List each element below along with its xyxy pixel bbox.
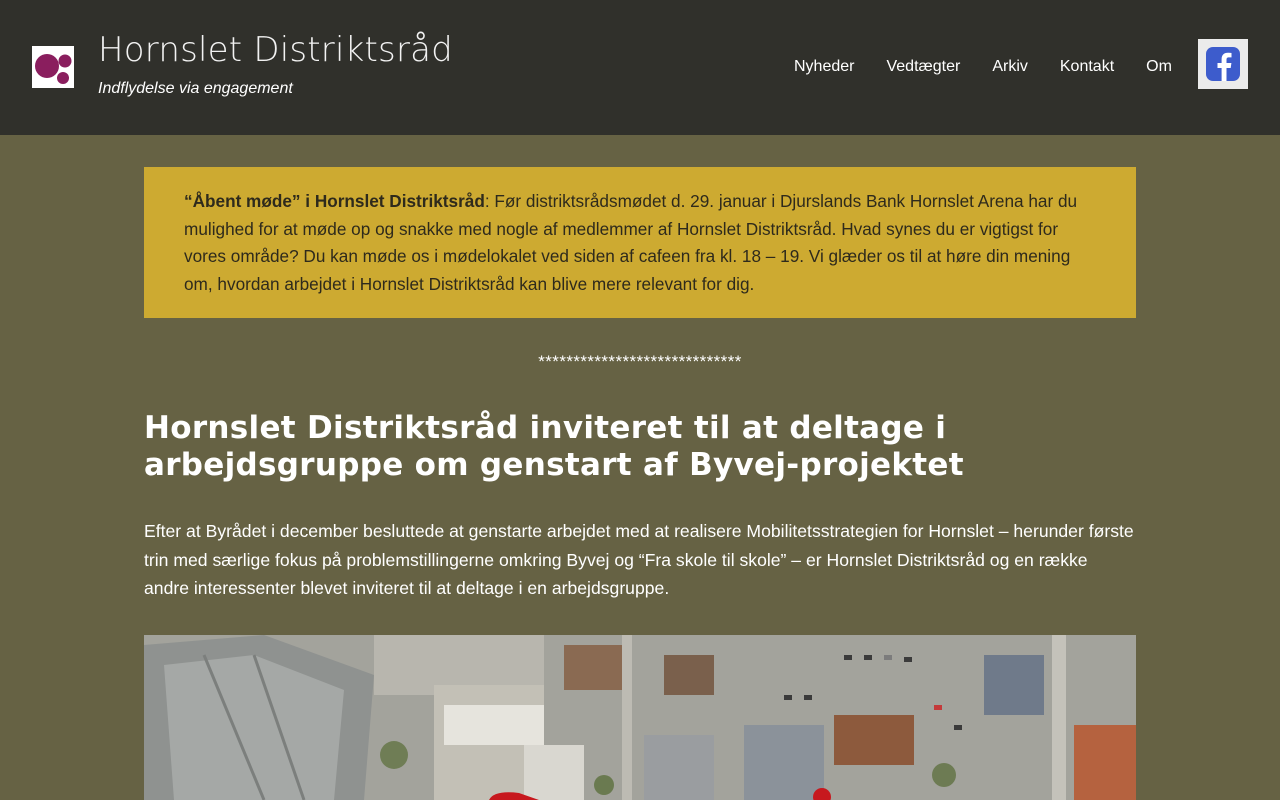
nav-item-arkiv[interactable]: Arkiv: [992, 58, 1028, 76]
site-tagline: Indflydelse via engagement: [98, 80, 293, 97]
notice-title: “Åbent møde” i Hornslet Distriktsråd: [184, 191, 485, 211]
separator-stars: *****************************: [538, 352, 742, 371]
facebook-icon[interactable]: [1198, 39, 1248, 89]
main-nav: Nyheder Vedtægter Arkiv Kontakt Om: [794, 58, 1204, 76]
site-title[interactable]: Hornslet Distriktsråd: [98, 30, 453, 70]
nav-item-om[interactable]: Om: [1146, 58, 1172, 76]
nav-item-nyheder[interactable]: Nyheder: [794, 58, 854, 76]
site-header: Hornslet Distriktsråd Indflydelse via en…: [0, 0, 1280, 135]
aerial-photo-image: [144, 635, 1136, 800]
open-meeting-notice: “Åbent møde” i Hornslet Distriktsråd: Fø…: [144, 167, 1136, 318]
article-headline[interactable]: Hornslet Distriktsråd inviteret til at d…: [144, 410, 1136, 484]
article-body: Efter at Byrådet i december besluttede a…: [144, 521, 1134, 598]
aerial-photo: [144, 635, 1136, 800]
nav-item-kontakt[interactable]: Kontakt: [1060, 58, 1114, 76]
nav-item-vedtaegter[interactable]: Vedtægter: [886, 58, 960, 76]
site-logo-icon[interactable]: [32, 46, 74, 88]
